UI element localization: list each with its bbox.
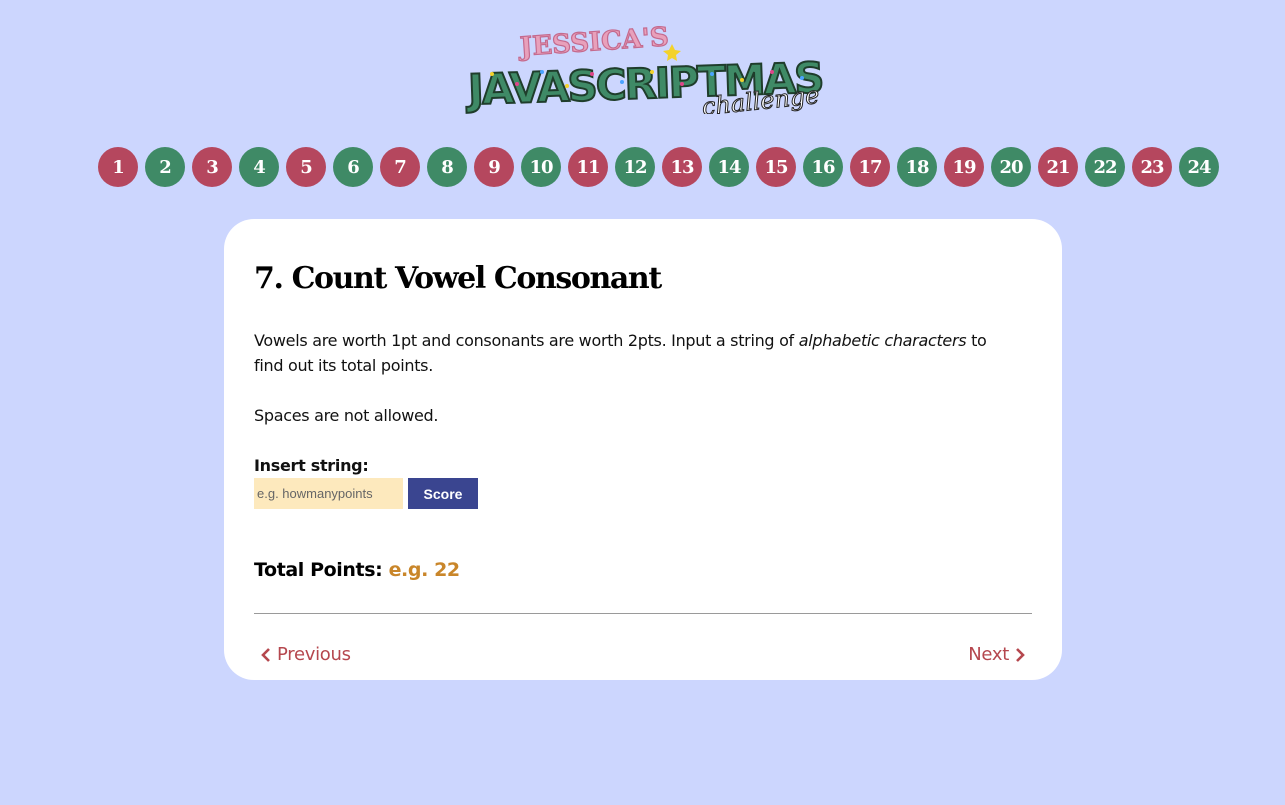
logo-top-text: JESSICA'S xyxy=(517,22,670,62)
chevron-left-icon xyxy=(261,647,270,662)
input-label: Insert string: xyxy=(254,456,369,475)
day-link-4[interactable]: 4 xyxy=(239,147,279,187)
previous-label: Previous xyxy=(277,644,351,665)
divider xyxy=(254,613,1032,614)
day-navigation: 1 2 3 4 5 6 7 8 9 10 11 12 13 14 15 16 17 18 19 20 21 22 23 24 xyxy=(98,147,1219,187)
day-link-23[interactable]: 23 xyxy=(1132,147,1172,187)
score-button[interactable]: Score xyxy=(408,478,478,509)
day-link-5[interactable]: 5 xyxy=(286,147,326,187)
day-link-20[interactable]: 20 xyxy=(991,147,1031,187)
day-link-6[interactable]: 6 xyxy=(333,147,373,187)
challenge-description: Vowels are worth 1pt and consonants are … xyxy=(254,328,1014,378)
total-points-value: e.g. 22 xyxy=(388,559,461,581)
site-logo[interactable]: JESSICA'S JAVASCRIPTMAS challenge xyxy=(462,14,854,114)
day-link-18[interactable]: 18 xyxy=(897,147,937,187)
day-link-8[interactable]: 8 xyxy=(427,147,467,187)
day-link-19[interactable]: 19 xyxy=(944,147,984,187)
challenge-title: 7. Count Vowel Consonant xyxy=(254,261,662,296)
day-link-9[interactable]: 9 xyxy=(474,147,514,187)
previous-link[interactable]: Previous xyxy=(260,644,351,665)
day-link-16[interactable]: 16 xyxy=(803,147,843,187)
chevron-right-icon xyxy=(1016,647,1025,662)
day-link-11[interactable]: 11 xyxy=(568,147,608,187)
total-points-label: Total Points: xyxy=(254,559,383,581)
day-link-7[interactable]: 7 xyxy=(380,147,420,187)
day-link-3[interactable]: 3 xyxy=(192,147,232,187)
day-link-10[interactable]: 10 xyxy=(521,147,561,187)
day-link-12[interactable]: 12 xyxy=(615,147,655,187)
next-link[interactable]: Next xyxy=(968,644,1026,665)
day-link-1[interactable]: 1 xyxy=(98,147,138,187)
day-link-22[interactable]: 22 xyxy=(1085,147,1125,187)
day-link-13[interactable]: 13 xyxy=(662,147,702,187)
day-link-2[interactable]: 2 xyxy=(145,147,185,187)
day-link-17[interactable]: 17 xyxy=(850,147,890,187)
day-link-14[interactable]: 14 xyxy=(709,147,749,187)
day-link-21[interactable]: 21 xyxy=(1038,147,1078,187)
challenge-note: Spaces are not allowed. xyxy=(254,406,439,425)
logo-graphic: JESSICA'S JAVASCRIPTMAS challenge xyxy=(463,22,824,114)
description-emphasis: alphabetic characters xyxy=(798,331,967,350)
next-label: Next xyxy=(968,644,1009,665)
total-points: Total Points: e.g. 22 xyxy=(254,559,460,581)
description-text: Vowels are worth 1pt and consonants are … xyxy=(254,331,799,350)
challenge-card: 7. Count Vowel Consonant Vowels are wort… xyxy=(224,219,1062,680)
string-input[interactable] xyxy=(254,478,403,509)
day-link-15[interactable]: 15 xyxy=(756,147,796,187)
day-link-24[interactable]: 24 xyxy=(1179,147,1219,187)
